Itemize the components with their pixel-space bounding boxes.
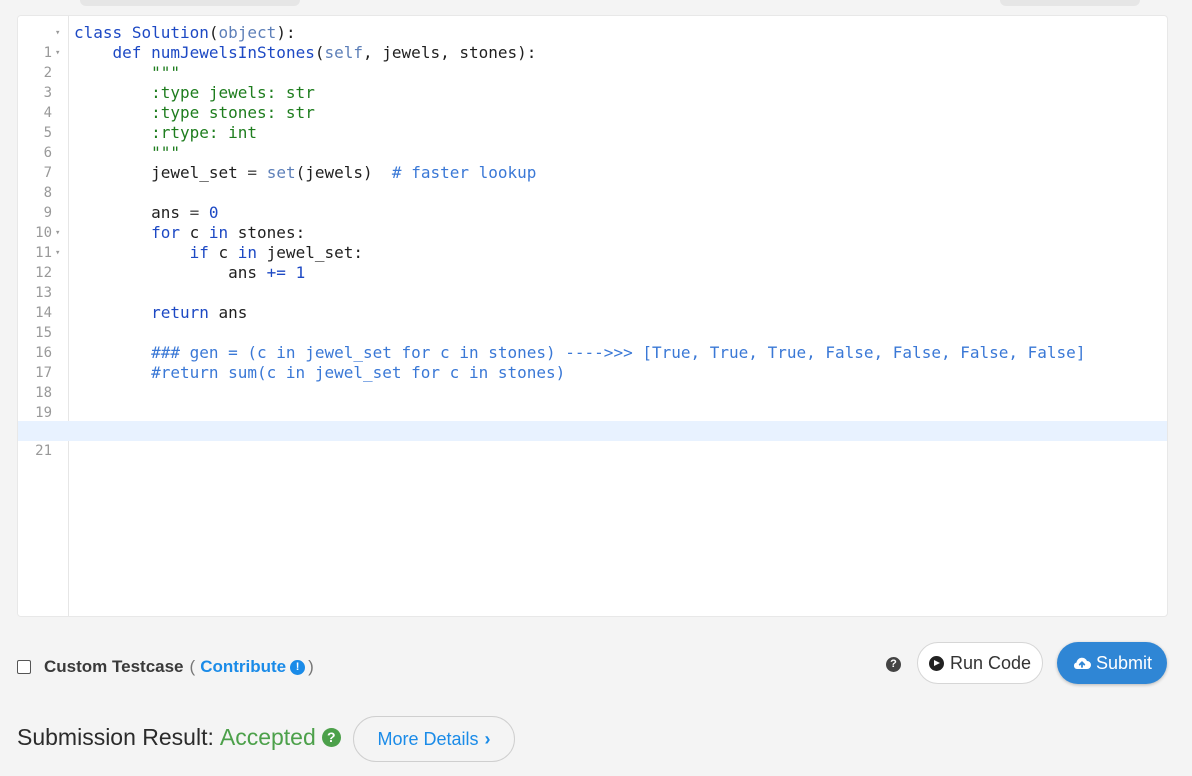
code-token: if	[189, 243, 209, 262]
code-line[interactable]: 11 ▾ for c in stones:	[18, 223, 1167, 261]
fold-arrow-icon[interactable]: ▾	[55, 23, 60, 43]
code-token: class	[74, 23, 123, 42]
fold-arrow-icon[interactable]: ▾	[55, 43, 60, 63]
code-token: c	[179, 223, 209, 242]
top-tab-shadow	[1000, 0, 1140, 6]
code-token: +=	[266, 263, 286, 282]
code-token: for	[151, 223, 180, 242]
code-token: jewel_set	[151, 163, 238, 182]
code-token: set	[266, 163, 296, 182]
exclamation-circle-icon[interactable]: !	[290, 659, 306, 675]
code-line[interactable]: 8 jewel_set = set(jewels) # faster looku…	[18, 163, 1167, 201]
code-token: (jewels)	[295, 163, 373, 182]
paren-close: )	[308, 657, 314, 676]
code-line[interactable]: 14	[18, 283, 1167, 321]
code-comment: # faster lookup	[391, 163, 537, 182]
code-comment: ### gen = (c in jewel_set for c in stone…	[151, 343, 1086, 362]
paren-open: (	[189, 657, 196, 676]
code-token: jewel_set:	[257, 243, 363, 262]
code-token: :type jewels: str	[151, 83, 315, 102]
code-token: 0	[208, 203, 219, 222]
code-line[interactable]: 20	[18, 403, 1167, 441]
chevron-right-icon: ›	[484, 728, 491, 749]
code-token: object	[218, 23, 277, 42]
code-token: def	[112, 43, 142, 62]
code-token: Solution	[131, 23, 209, 42]
code-line[interactable]: 10 ans = 0	[18, 203, 1167, 241]
custom-testcase-label[interactable]: Custom Testcase	[44, 657, 184, 677]
question-circle-icon[interactable]: ?	[321, 728, 341, 747]
code-token: :type stones: str	[151, 103, 315, 122]
fold-arrow-icon[interactable]: ▾	[55, 223, 60, 243]
submission-result: Submission Result: Accepted ?	[17, 724, 341, 751]
code-comment: #return sum(c in jewel_set for c in ston…	[151, 363, 566, 382]
code-line[interactable]: 19	[18, 383, 1167, 421]
status-accepted: Accepted	[219, 724, 316, 750]
code-token: , jewels, stones):	[363, 43, 537, 62]
help-icon[interactable]: ?	[886, 657, 901, 672]
code-line-active[interactable]: 21	[18, 421, 1167, 459]
code-token: ans	[151, 203, 180, 222]
code-line[interactable]: 16	[18, 323, 1167, 361]
custom-testcase-row: Custom Testcase ( Contribute ! )	[17, 656, 314, 678]
code-line[interactable]: 15 return ans	[18, 303, 1167, 341]
more-details-label: More Details	[377, 728, 479, 749]
code-token: ans	[208, 303, 248, 322]
code-line[interactable]: 13 ans += 1	[18, 263, 1167, 301]
code-editor[interactable]: 1 ▾ class Solution(object): 2 ▾ def numJ…	[17, 15, 1168, 617]
more-details-button[interactable]: More Details ›	[353, 716, 515, 762]
run-code-button[interactable]: Run Code	[917, 642, 1043, 684]
submit-label: Submit	[1095, 652, 1153, 673]
code-line[interactable]: 9	[18, 183, 1167, 221]
code-line[interactable]: 12 ▾ if c in jewel_set:	[18, 243, 1167, 281]
submission-result-label: Submission Result:	[17, 724, 214, 750]
code-token: :rtype: int	[151, 123, 258, 142]
cloud-upload-icon	[1072, 655, 1092, 671]
code-line[interactable]: 3 """	[18, 63, 1167, 101]
line-number: 21	[35, 443, 52, 459]
code-line[interactable]: 5 :type stones: str	[18, 103, 1167, 141]
custom-testcase-checkbox[interactable]	[17, 660, 31, 674]
code-token: """	[151, 63, 180, 82]
code-token: self	[324, 43, 364, 62]
code-token: ans	[228, 263, 258, 282]
top-tab-shadow	[80, 0, 300, 6]
submit-button[interactable]: Submit	[1057, 642, 1167, 684]
code-token: stones:	[228, 223, 306, 242]
code-line[interactable]: 7 """	[18, 143, 1167, 181]
code-line[interactable]: 6 :rtype: int	[18, 123, 1167, 161]
code-token: return	[151, 303, 209, 322]
run-code-label: Run Code	[949, 652, 1032, 673]
code-token: in	[237, 243, 258, 262]
code-token: c	[208, 243, 238, 262]
code-line[interactable]: 17 ### gen = (c in jewel_set for c in st…	[18, 343, 1167, 381]
fold-arrow-icon[interactable]: ▾	[55, 243, 60, 263]
play-circle-icon	[928, 655, 944, 671]
code-token: """	[151, 143, 180, 162]
contribute-link[interactable]: Contribute	[200, 657, 286, 677]
code-line[interactable]: 4 :type jewels: str	[18, 83, 1167, 121]
code-line[interactable]: 2 ▾ def numJewelsInStones(self, jewels, …	[18, 43, 1167, 81]
code-token: 1	[295, 263, 306, 282]
code-line[interactable]: 18 #return sum(c in jewel_set for c in s…	[18, 363, 1167, 401]
code-token: numJewelsInStones	[151, 43, 315, 62]
code-token: in	[208, 223, 229, 242]
code-line[interactable]: 1 ▾ class Solution(object):	[18, 23, 1167, 61]
